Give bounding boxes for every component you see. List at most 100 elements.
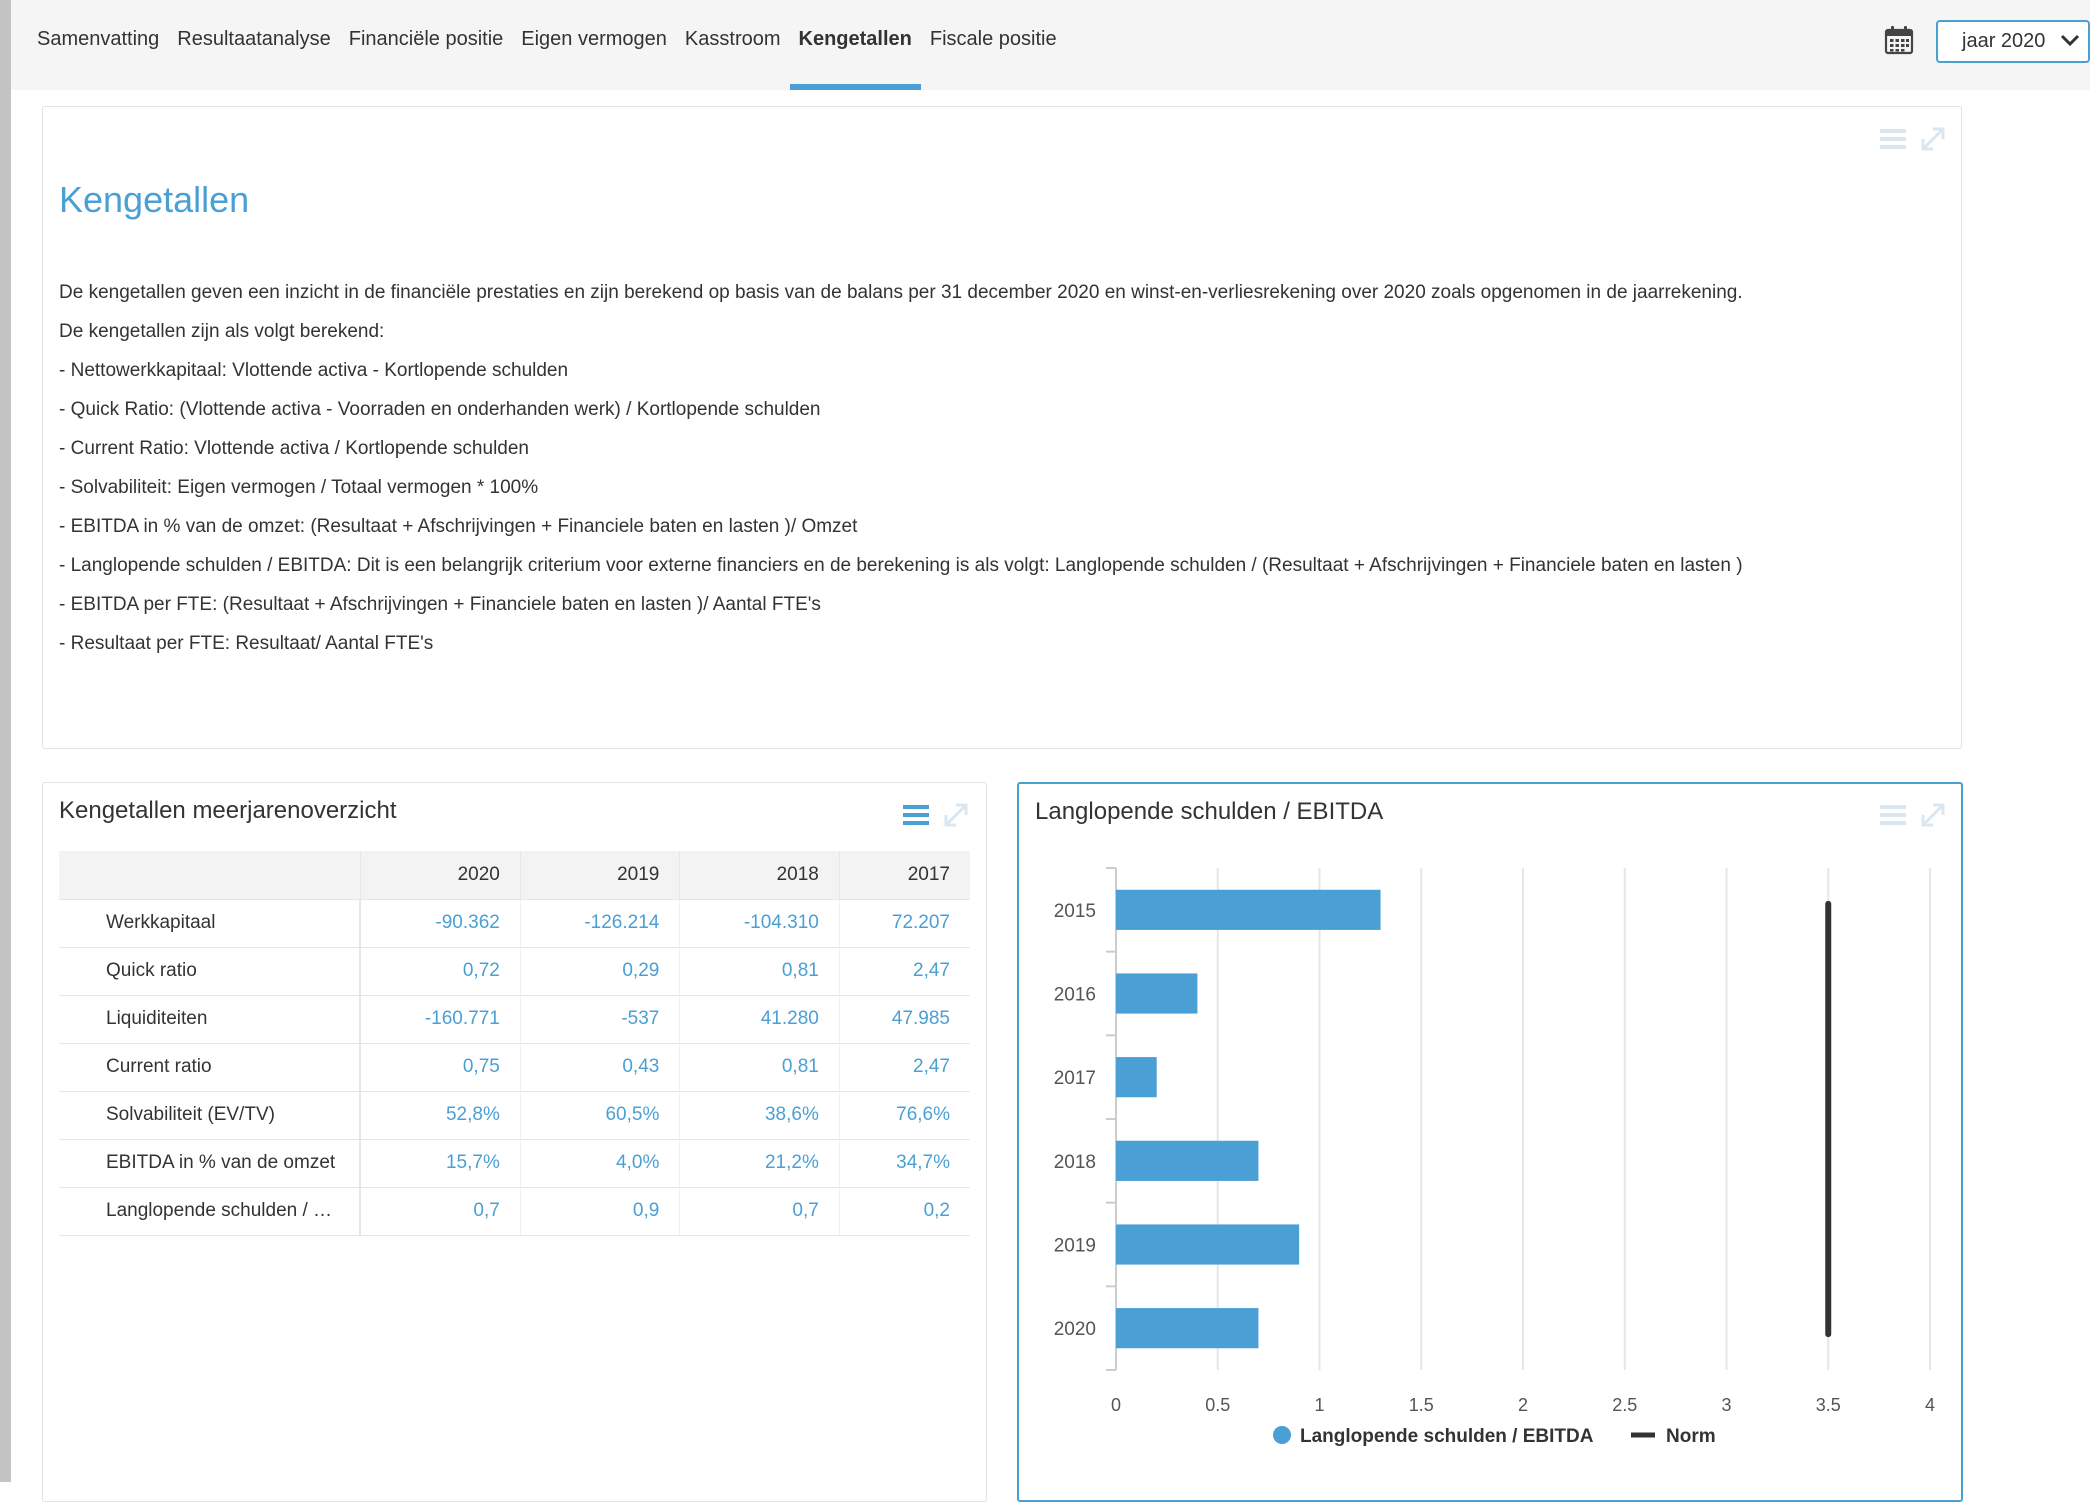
column-header[interactable]: 2017 <box>838 851 970 899</box>
chevron-down-icon <box>2060 34 2080 47</box>
table-cell: 0,29 <box>519 946 680 995</box>
x-tick-label: 0 <box>1111 1395 1121 1415</box>
row-label: Liquiditeiten <box>59 994 361 1043</box>
row-label: EBITDA in % van de omzet <box>59 1138 361 1187</box>
table-cell: 21,2% <box>679 1138 840 1187</box>
table-row: Quick ratio 0,72 0,29 0,81 2,47 <box>59 946 970 995</box>
expand-icon[interactable] <box>1919 125 1947 153</box>
table-cell: 0,7 <box>679 1186 840 1236</box>
table-row: Langlopende schulden / … 0,7 0,9 0,7 0,2 <box>59 1186 970 1236</box>
intro-paragraph: De kengetallen geven een inzicht in de f… <box>59 282 1743 303</box>
bar <box>1116 1308 1259 1349</box>
table-cell: 52,8% <box>359 1090 521 1139</box>
intro-paragraph: - EBITDA in % van de omzet: (Resultaat +… <box>59 516 858 537</box>
bar <box>1116 1224 1300 1265</box>
x-tick-label: 0.5 <box>1205 1395 1230 1415</box>
tab-samenvatting[interactable]: Samenvatting <box>28 0 168 90</box>
tab-financiele-positie[interactable]: Financiële positie <box>340 0 513 90</box>
page-title: Kengetallen <box>59 179 250 220</box>
table-cell: 34,7% <box>838 1138 970 1187</box>
intro-panel: Kengetallen De kengetallen geven een inz… <box>42 106 1962 749</box>
x-tick-label: 2 <box>1518 1395 1528 1415</box>
x-tick-label: 1.5 <box>1409 1395 1434 1415</box>
table-cell: -537 <box>519 994 680 1043</box>
bar-chart: 0 0.5 1 1.5 2 2.5 3 3.5 4 2015 2016 2017 2018 2019 202… <box>1054 867 1935 1447</box>
row-label: Langlopende schulden / … <box>59 1186 361 1236</box>
table-cell: 0,75 <box>359 1042 521 1091</box>
tab-fiscale-positie[interactable]: Fiscale positie <box>921 0 1066 90</box>
x-tick-label: 1 <box>1314 1395 1324 1415</box>
table-cell: 47.985 <box>838 994 970 1043</box>
table-cell: 0,43 <box>519 1042 680 1091</box>
table-row: Werkkapitaal -90.362 -126.214 -104.310 7… <box>59 898 970 947</box>
row-label: Quick ratio <box>59 946 361 995</box>
table-cell: 2,47 <box>838 946 970 995</box>
tab-eigen-vermogen[interactable]: Eigen vermogen <box>512 0 676 90</box>
table-cell: -90.362 <box>359 898 521 947</box>
tab-kasstroom[interactable]: Kasstroom <box>676 0 790 90</box>
table-cell: -104.310 <box>679 898 840 947</box>
calendar-icon[interactable] <box>1884 25 1914 55</box>
column-header[interactable]: 2019 <box>519 851 680 899</box>
panel-tools <box>902 801 970 829</box>
x-tick-label: 2.5 <box>1612 1395 1637 1415</box>
bar <box>1116 889 1381 930</box>
legend-label: Langlopende schulden / EBITDA <box>1300 1426 1594 1447</box>
y-tick-label: 2016 <box>1054 985 1096 1006</box>
x-tick-label: 3.5 <box>1816 1395 1841 1415</box>
table-cell: 41.280 <box>679 994 840 1043</box>
menu-icon[interactable] <box>902 801 930 829</box>
intro-paragraph: - EBITDA per FTE: (Resultaat + Afschrijv… <box>59 594 821 615</box>
intro-paragraph: - Nettowerkkapitaal: Vlottende activa - … <box>59 360 569 381</box>
panel-title: Kengetallen meerjarenoverzicht <box>59 797 397 824</box>
row-label: Solvabiliteit (EV/TV) <box>59 1090 361 1139</box>
legend-marker <box>1273 1426 1291 1444</box>
table-row: Solvabiliteit (EV/TV) 52,8% 60,5% 38,6% … <box>59 1090 970 1139</box>
bar <box>1116 1057 1157 1098</box>
overview-panel: Kengetallen meerjarenoverzicht 2020 2019… <box>42 782 987 1502</box>
year-select[interactable]: jaar 2020 <box>1936 20 2090 63</box>
intro-paragraph: - Current Ratio: Vlottende activa / Kort… <box>59 438 529 459</box>
table-cell: -126.214 <box>519 898 680 947</box>
y-tick-label: 2017 <box>1054 1068 1096 1089</box>
table-cell: 0,9 <box>519 1186 680 1236</box>
table-cell: 0,2 <box>838 1186 970 1236</box>
panel-tools <box>1879 125 1947 153</box>
table-header-row: 2020 2019 2018 2017 <box>59 851 970 899</box>
year-select-value: jaar 2020 <box>1962 30 2046 52</box>
column-header[interactable]: 2020 <box>359 851 521 899</box>
table-cell: 0,7 <box>359 1186 521 1236</box>
table-cell: 4,0% <box>519 1138 680 1187</box>
table-cell: 38,6% <box>679 1090 840 1139</box>
table-cell: 72.207 <box>838 898 970 947</box>
row-label: Werkkapitaal <box>59 898 361 947</box>
row-label: Current ratio <box>59 1042 361 1091</box>
kengetallen-table: 2020 2019 2018 2017 Werkkapitaal -90.362… <box>59 851 970 1236</box>
table-cell: 0,72 <box>359 946 521 995</box>
table-row: EBITDA in % van de omzet 15,7% 4,0% 21,2… <box>59 1138 970 1187</box>
menu-icon[interactable] <box>1879 125 1907 153</box>
table-row: Liquiditeiten -160.771 -537 41.280 47.98… <box>59 994 970 1043</box>
expand-icon[interactable] <box>942 801 970 829</box>
bar <box>1116 973 1198 1014</box>
column-header[interactable]: 2018 <box>679 851 840 899</box>
chart-panel[interactable]: Langlopende schulden / EBITDA 0 0.5 1 1.5 2 2… <box>1017 782 1963 1502</box>
intro-paragraph: De kengetallen zijn als volgt berekend: <box>59 321 385 342</box>
tab-resultaatanalyse[interactable]: Resultaatanalyse <box>168 0 339 90</box>
y-tick-label: 2015 <box>1054 901 1096 922</box>
intro-text: De kengetallen geven een inzicht in de f… <box>59 273 1939 663</box>
table-row: Current ratio 0,75 0,43 0,81 2,47 <box>59 1042 970 1091</box>
column-header <box>59 851 360 899</box>
tab-kengetallen[interactable]: Kengetallen <box>789 0 922 90</box>
y-tick-label: 2018 <box>1054 1152 1096 1173</box>
legend-label: Norm <box>1666 1426 1716 1447</box>
top-navigation: Samenvatting Resultaatanalyse Financiële… <box>11 0 2090 90</box>
tab-bar: Samenvatting Resultaatanalyse Financiële… <box>28 0 1066 90</box>
x-tick-label: 4 <box>1925 1395 1935 1415</box>
window-edge <box>0 0 11 1482</box>
table-cell: -160.771 <box>359 994 521 1043</box>
x-tick-label: 3 <box>1721 1395 1731 1415</box>
intro-paragraph: - Langlopende schulden / EBITDA: Dit is … <box>59 555 1743 576</box>
intro-paragraph: - Quick Ratio: (Vlottende activa - Voorr… <box>59 399 821 420</box>
table-cell: 0,81 <box>679 946 840 995</box>
